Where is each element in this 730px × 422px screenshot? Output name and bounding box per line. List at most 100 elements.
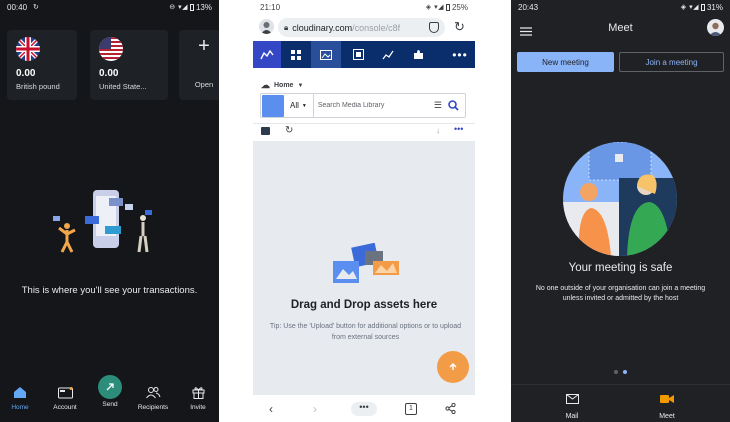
nav-meet[interactable]: Meet (637, 391, 697, 420)
mail-icon (565, 394, 579, 404)
sort-icon[interactable]: ↓ (436, 126, 440, 135)
nav-label: Recipients (137, 404, 169, 411)
new-meeting-button[interactable]: New meeting (517, 52, 614, 72)
cloudinary-browser-screen: 21:10 ◈ ▾◢ 25% 🔒︎ cloudinary.com /consol… (253, 0, 475, 422)
nav-account[interactable]: Account (45, 381, 85, 411)
tabs-button[interactable]: 1 (405, 400, 417, 417)
type-filter-dropdown[interactable]: All ▼ (284, 94, 314, 117)
menu-button[interactable]: ••• (351, 400, 377, 417)
chevron-down-icon: ▼ (297, 82, 304, 89)
shield-icon[interactable] (429, 22, 439, 33)
media-library-icon[interactable] (311, 41, 341, 68)
url-path: /console/c8f (352, 22, 401, 33)
reload-icon[interactable]: ↻ (454, 20, 465, 34)
bottom-navigation: Mail Meet (511, 384, 730, 422)
more-icon[interactable]: ••• (445, 41, 475, 68)
us-flag-icon (99, 37, 123, 61)
balance-currency: British pound (16, 82, 60, 91)
wise-app-screen: 00:40 ↻ ⊖ ▾◢ 13% 0.00 British pound 0.00… (0, 0, 219, 422)
status-time: 00:40 (7, 2, 28, 12)
battery-level: 25% (451, 2, 468, 12)
addons-icon[interactable] (403, 41, 433, 68)
url-domain: cloudinary.com (292, 22, 353, 33)
signal-icons: ◈ ▾◢ (680, 4, 699, 11)
profile-avatar[interactable] (259, 19, 274, 34)
carousel-dot[interactable] (614, 370, 618, 374)
status-time: 21:10 (260, 2, 281, 12)
join-meeting-button[interactable]: Join a meeting (619, 52, 724, 72)
browser-bottom-bar: ‹ › ••• 1 (253, 395, 475, 422)
nav-label: Account (53, 404, 77, 411)
lock-icon: 🔒︎ (284, 22, 289, 32)
nav-invite[interactable]: Invite (178, 381, 218, 411)
battery-level: 31% (706, 2, 723, 12)
screenshot-collage: 00:40 ↻ ⊖ ▾◢ 13% 0.00 British pound 0.00… (0, 0, 730, 422)
nav-label: Meet (659, 413, 675, 420)
recipients-icon (133, 381, 173, 399)
meeting-safe-title: Your meeting is safe (568, 262, 673, 274)
search-icon[interactable] (448, 100, 459, 111)
status-bar: 00:40 ↻ ⊖ ▾◢ 13% (0, 0, 219, 14)
nav-label: Mail (565, 413, 579, 420)
filter-icon[interactable]: ☰ (434, 100, 442, 111)
status-bar: 21:10 ◈ ▾◢ 25% (253, 0, 475, 14)
drop-zone-title: Drag and Drop assets here (290, 299, 438, 311)
balance-cards: 0.00 British pound 0.00 United State... … (7, 30, 219, 100)
refresh-icon[interactable]: ↻ (285, 125, 293, 136)
transform-icon[interactable] (343, 41, 373, 68)
account-icon (45, 381, 85, 399)
nav-recipients[interactable]: Recipients (133, 381, 173, 411)
drop-zone-tip: Tip: Use the 'Upload' button for additio… (269, 323, 462, 341)
folder-thumbnail[interactable] (262, 94, 284, 117)
profile-avatar[interactable] (707, 19, 724, 36)
upload-icon (449, 362, 457, 370)
nav-send[interactable]: Send (90, 375, 130, 408)
tabs-count: 1 (405, 402, 417, 415)
status-time: 20:43 (518, 2, 539, 12)
balance-amount: 0.00 (16, 68, 36, 79)
breadcrumb[interactable]: ☁︎ Home ▼ (261, 80, 303, 91)
battery-level: 13% (195, 2, 212, 12)
forward-icon[interactable]: › (313, 400, 317, 417)
send-icon (98, 375, 122, 399)
gift-icon (178, 381, 218, 399)
balance-card-gbp[interactable]: 0.00 British pound (7, 30, 77, 100)
browser-address-bar: 🔒︎ cloudinary.com /console/c8f ↻ (253, 14, 475, 41)
grid-icon[interactable] (281, 41, 311, 68)
battery-icon (189, 3, 194, 11)
page-title: Meet (608, 22, 633, 34)
signal-icons: ⊖ ▾◢ (169, 4, 188, 11)
open-balance-button[interactable]: + Open (179, 30, 219, 100)
reports-icon[interactable] (373, 41, 403, 68)
google-meet-screen: 20:43 ◈ ▾◢ 31% Meet New meeting Join a m… (511, 0, 730, 422)
cloud-icon: ☁︎ (261, 80, 270, 90)
balance-card-usd[interactable]: 0.00 United State... (90, 30, 168, 100)
dashboard-icon[interactable] (253, 41, 281, 68)
nav-home[interactable]: Home (0, 381, 40, 411)
search-bar: All ▼ ☰ (260, 93, 466, 118)
meeting-safe-description: No one outside of your organisation can … (535, 285, 706, 302)
signal-icons: ◈ ▾◢ (425, 4, 444, 11)
sync-icon: ↻ (33, 4, 39, 11)
more-options-icon[interactable]: ••• (454, 124, 463, 134)
back-icon[interactable]: ‹ (269, 400, 273, 417)
breadcrumb-home: Home (274, 82, 294, 89)
nav-label: Invite (190, 404, 206, 411)
battery-icon (445, 3, 450, 11)
type-filter-value: All (290, 101, 299, 110)
empty-transactions-illustration (53, 190, 152, 253)
search-input[interactable] (313, 94, 434, 117)
meeting-safe-illustration (563, 142, 677, 256)
carousel-dot-active[interactable] (623, 370, 627, 374)
drop-zone[interactable]: Drag and Drop assets here Tip: Use the '… (253, 141, 475, 395)
view-options-bar: ↻ ↓ ••• (253, 123, 475, 141)
url-field[interactable]: 🔒︎ cloudinary.com /console/c8f (278, 18, 445, 37)
app-header: Meet (511, 16, 730, 42)
nav-mail[interactable]: Mail (542, 391, 602, 420)
share-icon[interactable] (445, 400, 456, 417)
upload-fab-button[interactable] (437, 351, 469, 383)
view-toggle-icon[interactable] (261, 127, 270, 135)
open-label: Open (194, 80, 214, 89)
upload-assets-illustration (333, 243, 399, 283)
home-icon (0, 381, 40, 399)
